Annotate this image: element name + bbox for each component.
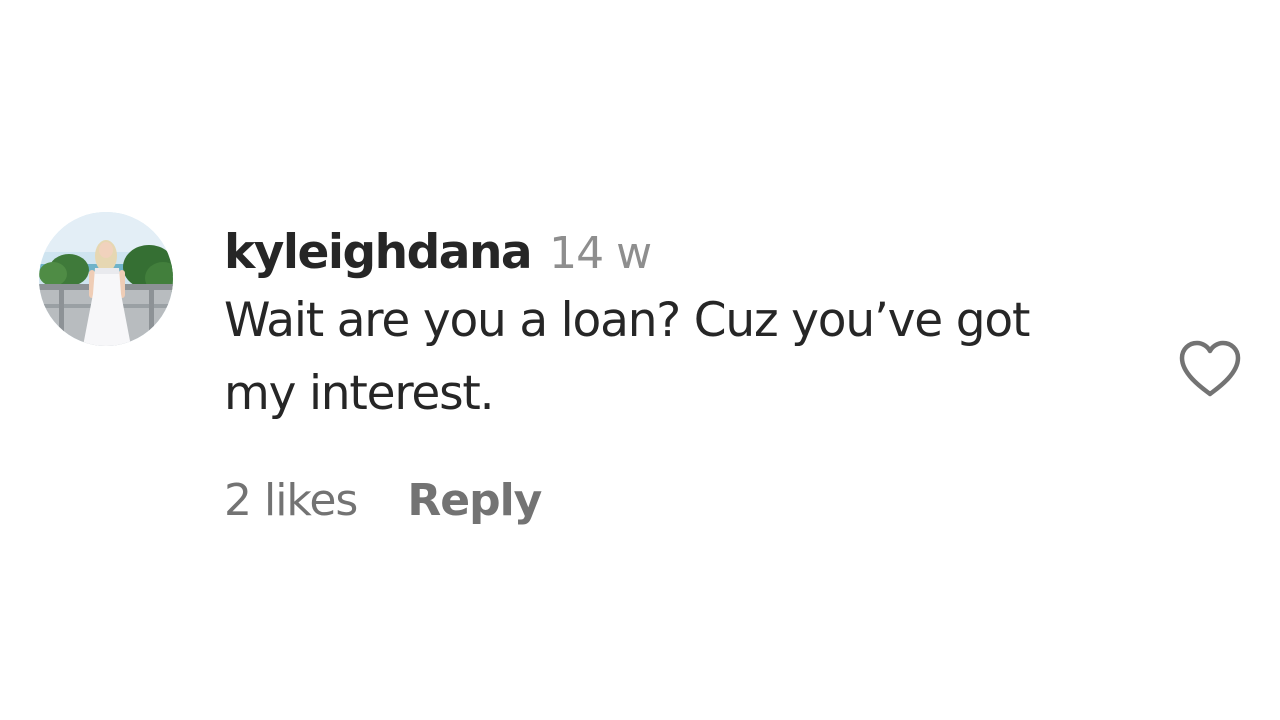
comment-item: kyleighdana 14 w Wait are you a loan? Cu… — [0, 0, 1280, 720]
heart-outline-icon[interactable] — [1177, 339, 1243, 399]
likes-count[interactable]: 2 likes — [224, 475, 358, 526]
comment-body: kyleighdana 14 w Wait are you a loan? Cu… — [224, 222, 1124, 526]
comment-actions: 2 likes Reply — [224, 475, 1124, 526]
comment-timestamp[interactable]: 14 w — [549, 223, 652, 285]
username-link[interactable]: kyleighdana — [224, 222, 533, 284]
comment-text: Wait are you a loan? Cuz you’ve got my i… — [224, 293, 1030, 421]
avatar[interactable] — [39, 212, 173, 346]
reply-button[interactable]: Reply — [407, 475, 542, 526]
profile-photo — [39, 212, 173, 346]
comment-header: kyleighdana 14 w — [224, 222, 1124, 284]
